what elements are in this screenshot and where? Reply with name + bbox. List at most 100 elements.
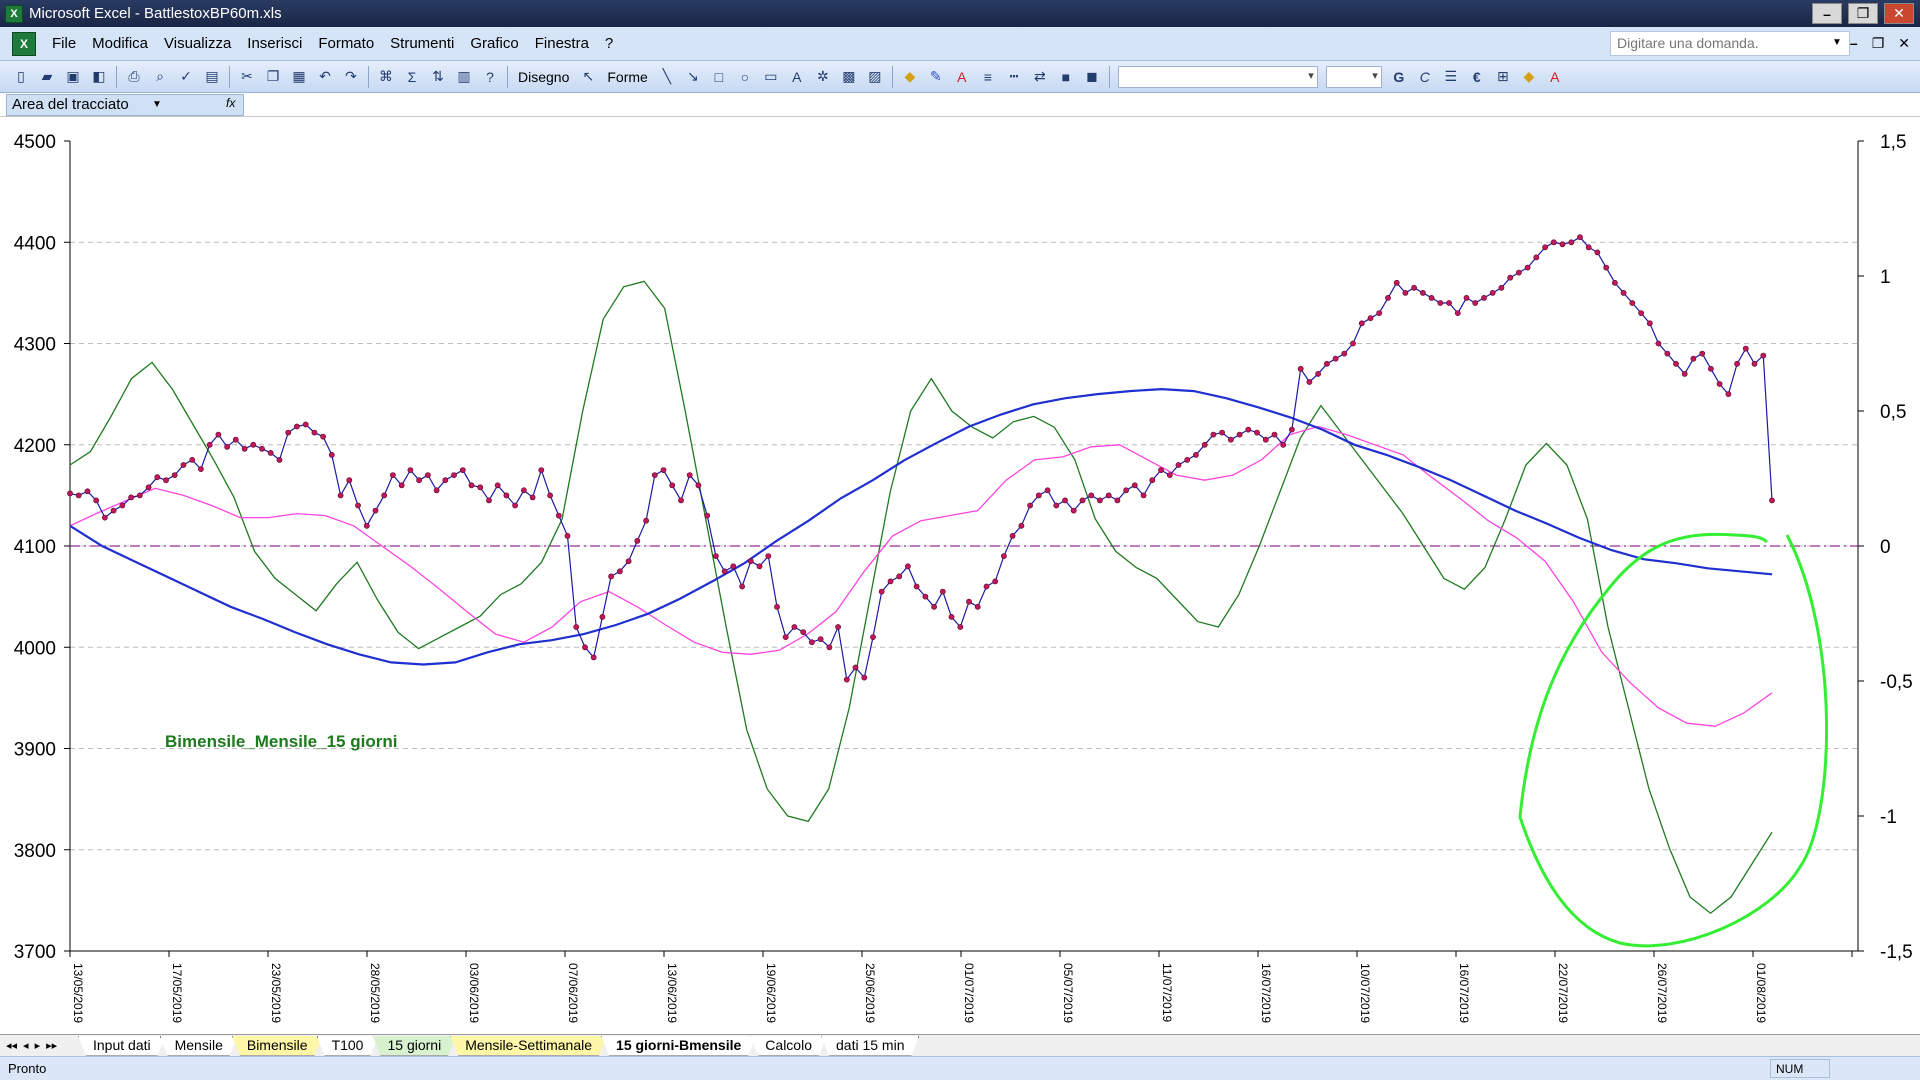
chevron-down-icon[interactable]: ▼ (1832, 37, 1842, 48)
new-file-icon[interactable]: ▯ (10, 66, 32, 88)
cut-icon[interactable]: ✂ (236, 66, 258, 88)
chart-area[interactable]: 4500 4400 4300 4200 4100 4000 3900 3800 3700 1,5 1… (0, 117, 1920, 1034)
help-icon[interactable]: ? (479, 66, 501, 88)
line-style-icon[interactable]: ≡ (977, 66, 999, 88)
font-name-select[interactable] (1117, 65, 1318, 88)
menu-grafico[interactable]: Grafico (470, 35, 518, 52)
line-icon[interactable]: ╲ (656, 66, 678, 88)
clipart-icon[interactable]: ▩ (838, 66, 860, 88)
borders-icon[interactable]: ⊞ (1492, 66, 1514, 88)
arrow-icon[interactable]: ↘ (682, 66, 704, 88)
chart-wizard-icon[interactable]: ▥ (453, 66, 475, 88)
dash-style-icon[interactable]: ┅ (1003, 66, 1025, 88)
price-point (608, 573, 614, 580)
name-box[interactable]: Area del tracciato (6, 94, 244, 116)
x-axis-date-label: 05/07/2019 (1061, 963, 1075, 1023)
sheet-tab[interactable]: Calcolo (750, 1036, 827, 1056)
close-button[interactable]: ✕ (1884, 3, 1914, 24)
save-icon[interactable]: ▣ (62, 66, 84, 88)
price-point (1690, 355, 1697, 362)
oval-icon[interactable]: ○ (734, 66, 756, 88)
fx-icon[interactable]: fx (226, 96, 235, 110)
font-color-icon[interactable]: A (951, 66, 973, 88)
price-point (1367, 315, 1374, 322)
textbox-icon[interactable]: ▭ (760, 66, 782, 88)
paste-icon[interactable]: ▦ (288, 66, 310, 88)
arrow-style-icon[interactable]: ⇄ (1029, 66, 1051, 88)
price-point (1516, 269, 1522, 276)
shadow-icon[interactable]: ■ (1055, 66, 1077, 88)
price-point (250, 441, 257, 448)
maximize-button[interactable]: ❐ (1848, 3, 1878, 24)
undo-icon[interactable]: ↶ (314, 66, 336, 88)
sort-icon[interactable]: ⇅ (427, 66, 449, 88)
doc-minimize-button[interactable]: – (1850, 35, 1858, 52)
sheet-tab[interactable]: dati 15 min (821, 1036, 919, 1056)
menu-visualizza[interactable]: Visualizza (164, 35, 231, 52)
italic-button[interactable]: C (1414, 66, 1436, 88)
forme-menu[interactable]: Forme (607, 69, 647, 85)
sheet-tab[interactable]: Bimensile (232, 1036, 323, 1056)
rectangle-icon[interactable]: □ (708, 66, 730, 88)
fill-color-icon[interactable]: ◆ (1518, 66, 1540, 88)
menu-inserisci[interactable]: Inserisci (247, 35, 302, 52)
sheet-tab[interactable]: Input dati (78, 1036, 166, 1056)
spelling-icon[interactable]: ✓ (175, 66, 197, 88)
menu-finestra[interactable]: Finestra (535, 35, 589, 52)
price-point (651, 472, 658, 478)
tab-nav-button-0[interactable]: ◂◂ (6, 1039, 17, 1052)
minimize-button[interactable]: – (1812, 3, 1842, 24)
fill-color-icon[interactable]: ◆ (899, 66, 921, 88)
menu-modifica[interactable]: Modifica (92, 35, 148, 52)
font-size-select[interactable] (1325, 65, 1382, 88)
hand-drawn-circle (1518, 532, 1829, 948)
wordart-icon[interactable]: A (786, 66, 808, 88)
workbook-icon[interactable]: X (12, 31, 36, 56)
price-point (276, 456, 283, 463)
sheet-tab[interactable]: Mensile-Settimanale (450, 1036, 607, 1056)
research-icon[interactable]: ▤ (201, 66, 223, 88)
sheet-tab[interactable]: 15 giorni-Bmensile (601, 1036, 756, 1056)
copy-icon[interactable]: ❐ (262, 66, 284, 88)
print-icon[interactable]: ⎙ (123, 66, 145, 88)
price-point (791, 624, 798, 630)
pointer-icon[interactable]: ↖ (577, 66, 599, 88)
menu-formato[interactable]: Formato (318, 35, 374, 52)
hyperlink-icon[interactable]: ⌘ (375, 66, 397, 88)
permission-icon[interactable]: ◧ (88, 66, 110, 88)
doc-restore-button[interactable]: ❐ (1872, 35, 1885, 52)
menu-strumenti[interactable]: Strumenti (390, 35, 454, 52)
x-axis-date-label: 01/07/2019 (962, 963, 976, 1023)
x-axis-date-label: 11/07/2019 (1160, 963, 1174, 1022)
tab-nav-button-3[interactable]: ▸▸ (46, 1039, 57, 1052)
diagram-icon[interactable]: ✲ (812, 66, 834, 88)
open-folder-icon[interactable]: ▰ (36, 66, 58, 88)
font-color-icon[interactable]: A (1544, 66, 1566, 88)
picture-icon[interactable]: ▨ (864, 66, 886, 88)
chart[interactable]: 4500 4400 4300 4200 4100 4000 3900 3800 3700 1,5 1… (0, 117, 1920, 1034)
doc-close-button[interactable]: ✕ (1898, 35, 1910, 52)
price-point (660, 467, 667, 473)
line-color-icon[interactable]: ✎ (925, 66, 947, 88)
price-point (678, 497, 684, 504)
ask-question-input[interactable]: Digitare una domanda. (1610, 31, 1850, 56)
price-point (285, 429, 292, 436)
tab-nav-button-2[interactable]: ▸ (35, 1039, 41, 1052)
3d-icon[interactable]: ◼ (1081, 66, 1103, 88)
price-point (1402, 289, 1409, 296)
print-preview-icon[interactable]: ⌕ (149, 66, 171, 88)
redo-icon[interactable]: ↷ (340, 66, 362, 88)
align-icon[interactable]: ☰ (1440, 66, 1462, 88)
menu-file[interactable]: File (52, 35, 76, 52)
disegno-menu[interactable]: Disegno (518, 69, 569, 85)
sheet-tab[interactable]: 15 giorni (372, 1036, 456, 1056)
sheet-tab[interactable]: T100 (317, 1036, 379, 1056)
sheet-tab[interactable]: Mensile (160, 1036, 238, 1056)
sum-icon[interactable]: Σ (401, 66, 423, 88)
price-point (1062, 497, 1068, 504)
menu-help[interactable]: ? (605, 35, 613, 52)
chevron-down-icon[interactable]: ▼ (152, 99, 162, 110)
tab-nav-button-1[interactable]: ◂ (23, 1039, 29, 1052)
bold-button[interactable]: G (1388, 66, 1410, 88)
euro-button[interactable]: € (1466, 66, 1488, 88)
